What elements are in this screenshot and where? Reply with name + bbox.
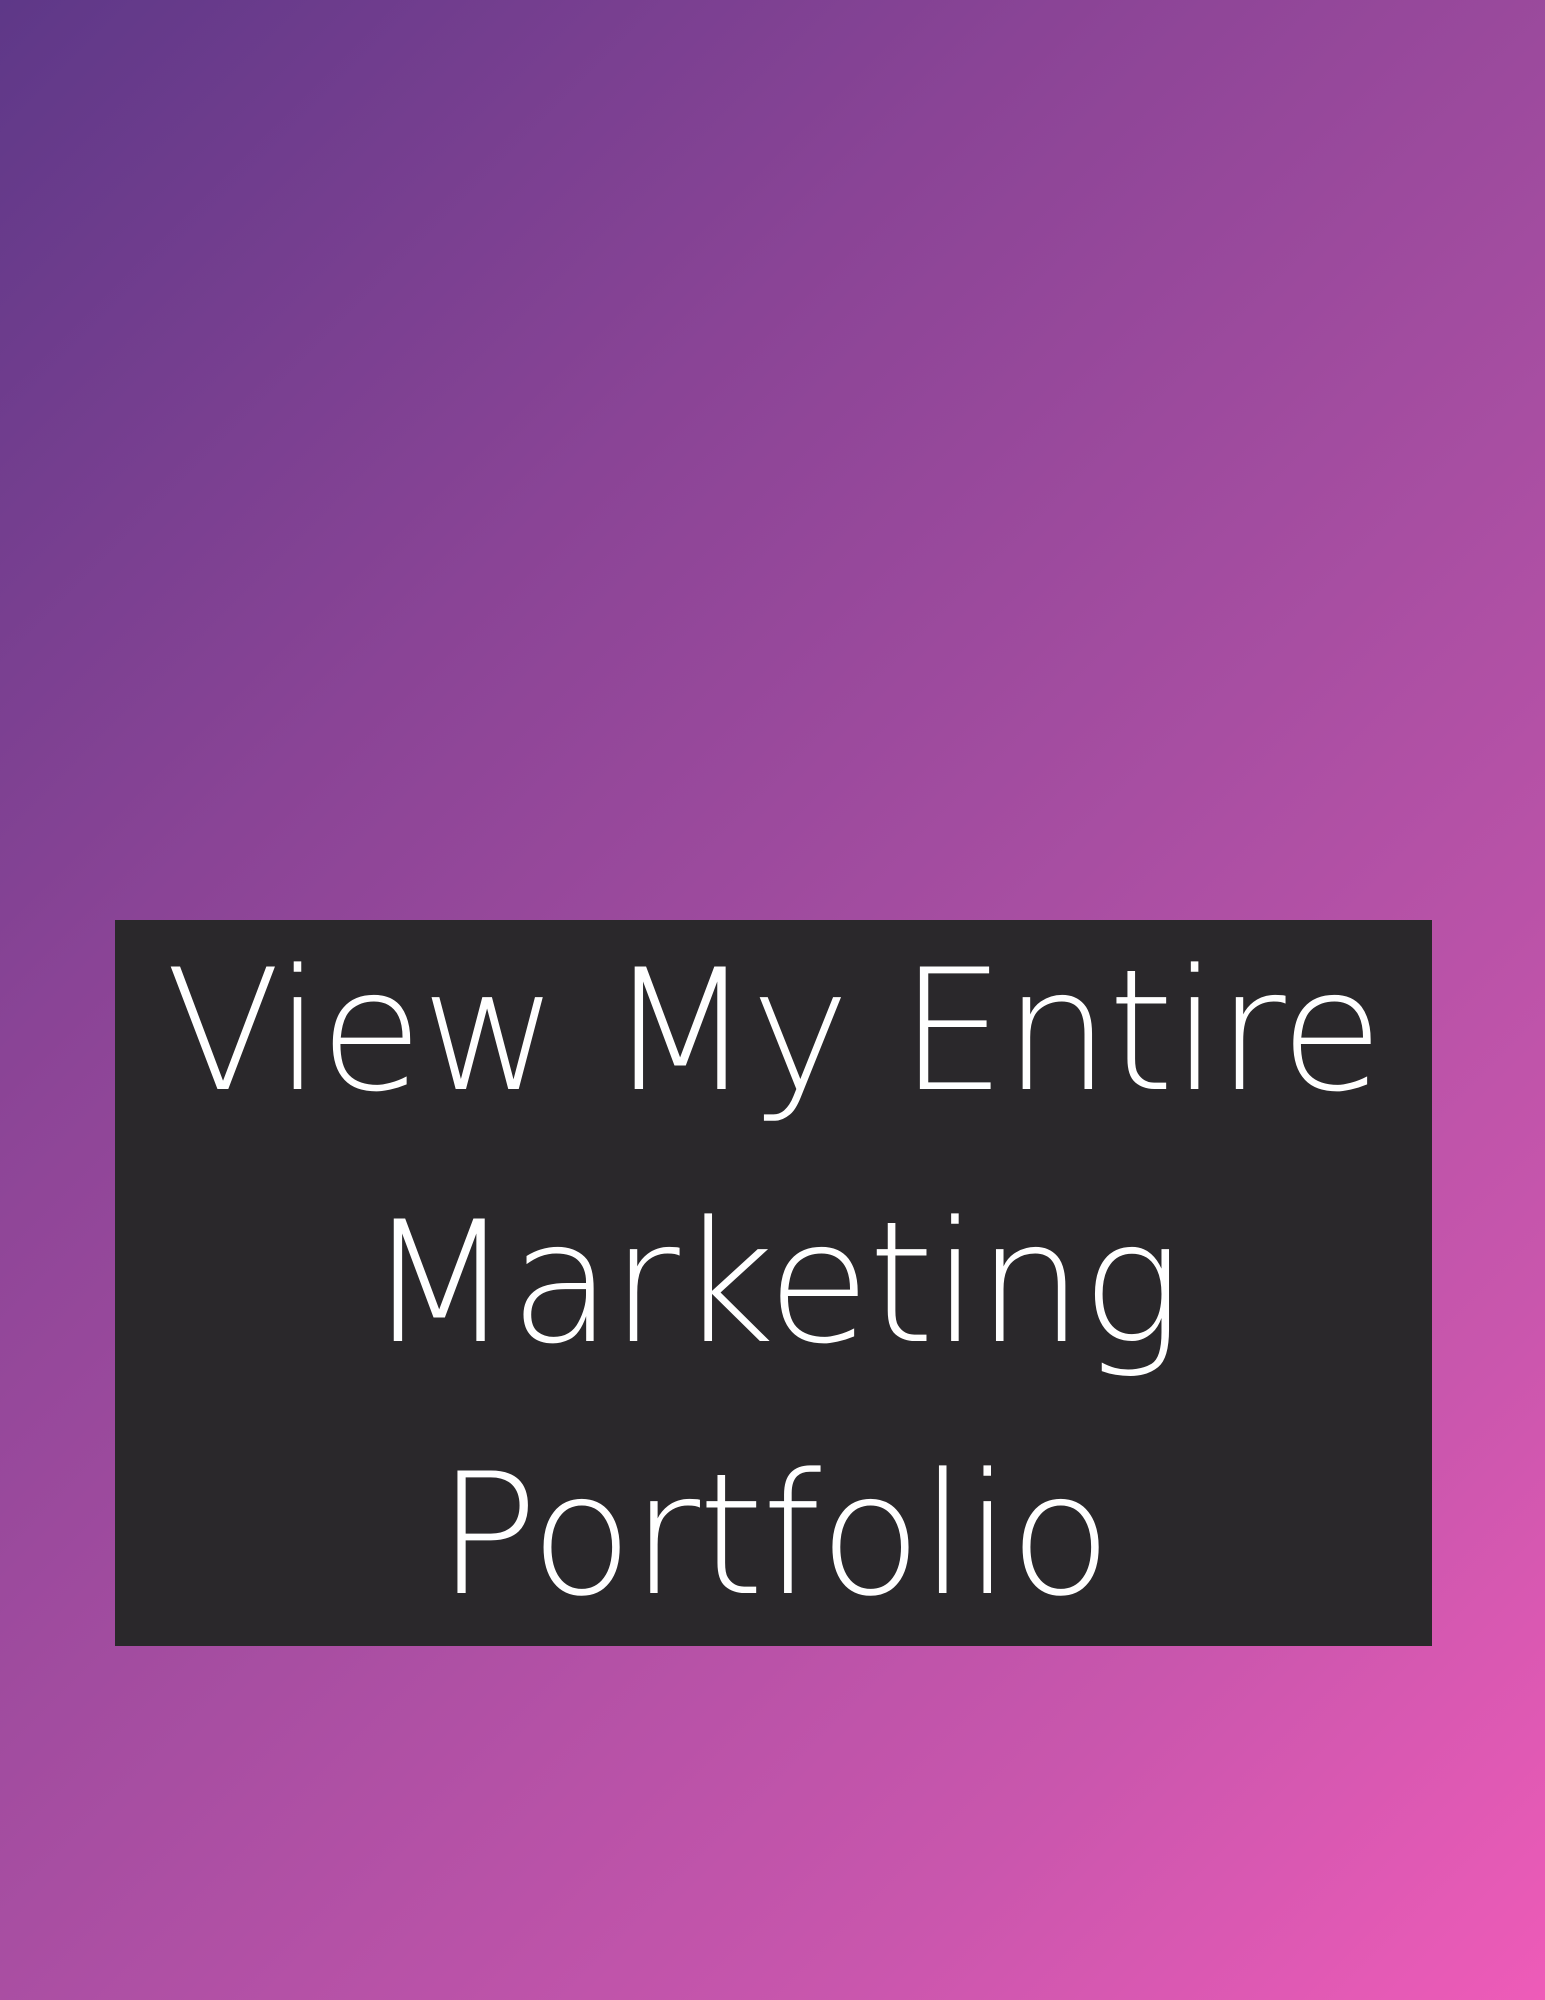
view-portfolio-button[interactable]: View My Entire Marketing Portfolio [115,920,1432,1646]
gradient-background: View My Entire Marketing Portfolio [0,0,1545,2000]
view-portfolio-label: View My Entire Marketing Portfolio [165,933,1384,1633]
